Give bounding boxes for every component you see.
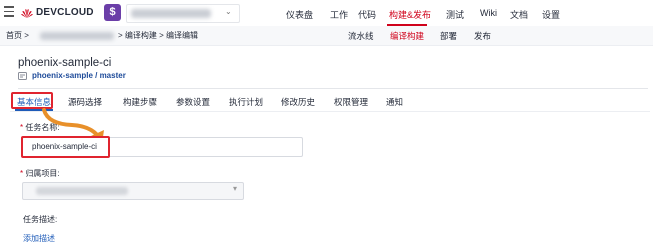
menu-icon[interactable]: [4, 6, 14, 18]
project-selector[interactable]: ⌄: [126, 4, 240, 23]
highlight-box-input: [21, 136, 110, 158]
project-label-row: * 归属项目:: [20, 168, 60, 179]
required-mark: *: [20, 169, 24, 178]
breadcrumb-project-redacted: [40, 32, 114, 40]
brand-name: DEVCLOUD: [36, 7, 94, 18]
page-title: phoenix-sample-ci: [18, 57, 112, 69]
tab-schedule[interactable]: 执行计划: [229, 96, 263, 108]
project-icon: $: [104, 4, 121, 21]
required-mark: *: [20, 123, 24, 132]
tab-history[interactable]: 修改历史: [281, 96, 315, 108]
subnav-build[interactable]: 编译构建: [390, 30, 424, 42]
nav-dashboard[interactable]: 仪表盘: [286, 8, 313, 21]
subnav-pipeline[interactable]: 流水线: [348, 30, 374, 42]
nav-test[interactable]: 测试: [446, 8, 464, 21]
project-label: 归属项目:: [25, 169, 60, 178]
tab-notifications[interactable]: 通知: [386, 96, 403, 108]
project-name-redacted: [131, 9, 211, 18]
tab-permissions[interactable]: 权限管理: [334, 96, 368, 108]
task-name-label: 任务名称:: [25, 123, 60, 132]
tab-build-steps[interactable]: 构建步骤: [123, 96, 157, 108]
project-value-redacted: [36, 187, 128, 195]
nav-work[interactable]: 工作: [330, 8, 348, 21]
task-name-label-row: * 任务名称:: [20, 122, 60, 133]
add-description-link[interactable]: 添加描述: [23, 233, 55, 244]
breadcrumb-home[interactable]: 首页 >: [6, 30, 29, 41]
tab-parameters[interactable]: 参数设置: [176, 96, 210, 108]
subnav-deploy[interactable]: 部署: [440, 30, 457, 42]
nav-wiki[interactable]: Wiki: [480, 8, 497, 18]
chevron-down-icon: ▾: [233, 184, 238, 193]
huawei-logo-icon: [21, 9, 33, 18]
header-divider: [18, 88, 648, 89]
nav-settings[interactable]: 设置: [542, 8, 560, 21]
chevron-down-icon: ⌄: [225, 7, 232, 16]
repository-icon: [18, 72, 27, 80]
tab-source[interactable]: 源码选择: [68, 96, 102, 108]
subnav-release[interactable]: 发布: [474, 30, 491, 42]
nav-code[interactable]: 代码: [358, 8, 376, 21]
highlight-box-tab: [11, 92, 53, 109]
breadcrumb-trail: > 编译构建 > 编译编辑: [118, 31, 199, 40]
repo-branch[interactable]: phoenix-sample / master: [32, 71, 126, 80]
nav-build-release[interactable]: 构建&发布: [389, 8, 431, 21]
nav-docs[interactable]: 文档: [510, 8, 528, 21]
description-label: 任务描述:: [23, 215, 58, 224]
